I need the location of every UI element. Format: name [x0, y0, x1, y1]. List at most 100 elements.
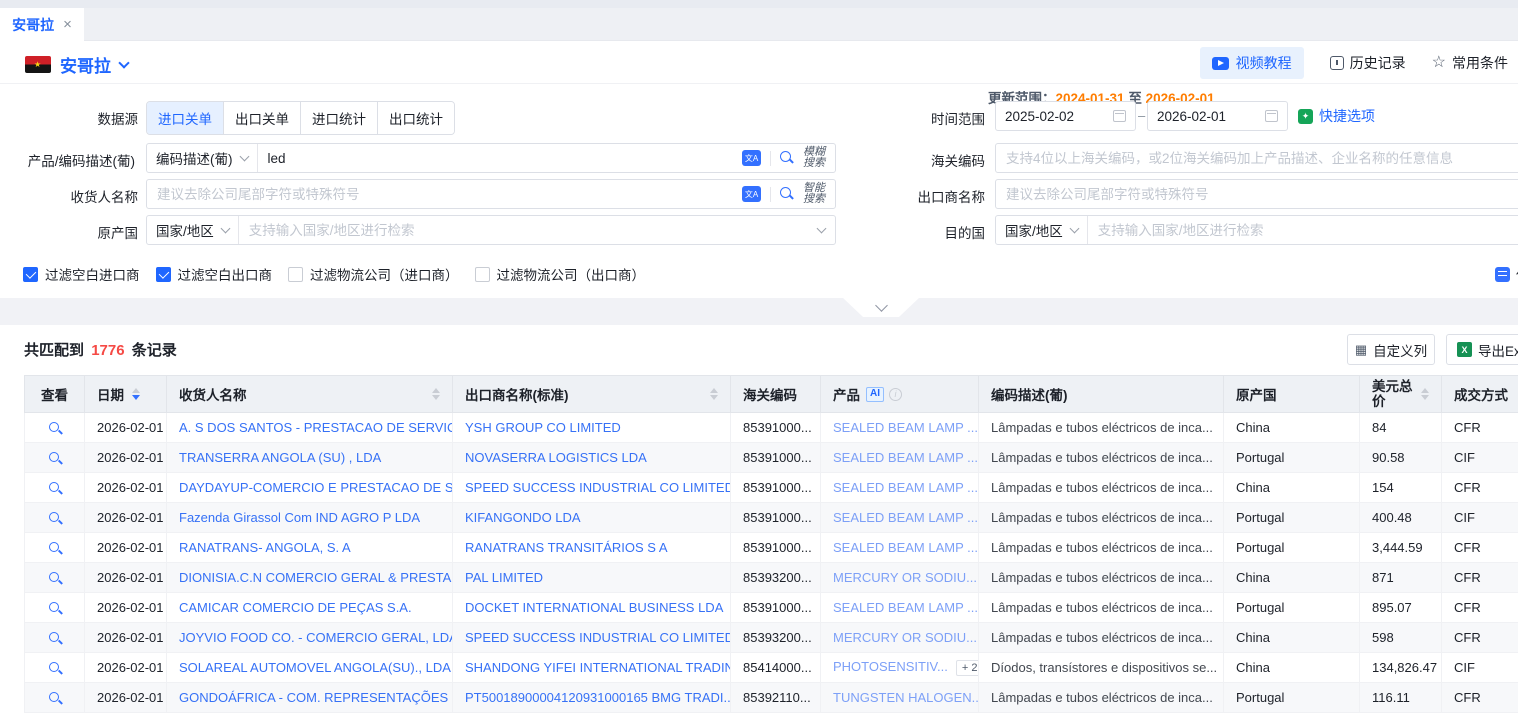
date-start-value: 2025-02-02: [1005, 109, 1074, 124]
product-field-select-value: 编码描述(葡): [156, 148, 233, 168]
view-magnifier-icon[interactable]: [48, 571, 62, 585]
col-exporter[interactable]: 出口商名称(标准): [453, 376, 731, 413]
tab-import-statistics[interactable]: 进口统计: [300, 102, 377, 134]
date-cell: 2026-02-01: [85, 413, 167, 443]
fuzzy-search-icon[interactable]: [780, 151, 794, 165]
view-magnifier-icon[interactable]: [48, 541, 62, 555]
save-condition-button[interactable]: 保: [1495, 265, 1518, 283]
col-product: 产品AIi: [821, 376, 979, 413]
destination-input[interactable]: [1088, 216, 1518, 244]
time-range-label: 时间范围: [847, 108, 985, 128]
more-products-badge[interactable]: + 2: [956, 660, 979, 676]
tab-label: 安哥拉: [12, 15, 54, 35]
hs-code-cell: 85414000...: [731, 653, 821, 683]
origin-country-input[interactable]: [239, 216, 808, 244]
translate-icon[interactable]: 文A: [742, 150, 761, 166]
consignee-input[interactable]: [147, 180, 732, 208]
view-magnifier-icon[interactable]: [48, 451, 62, 465]
date-cell: 2026-02-01: [85, 593, 167, 623]
date-start-input[interactable]: 2025-02-02: [995, 101, 1136, 131]
table-row: 2026-02-01A. S DOS SANTOS - PRESTACAO DE…: [25, 413, 1518, 443]
consignee-cell: TRANSERRA ANGOLA (SU) , LDA: [167, 443, 453, 473]
date-cell: 2026-02-01: [85, 623, 167, 653]
origin-country-label: 原产国: [0, 222, 138, 242]
country-name: 安哥拉: [60, 52, 111, 77]
destination-type-select[interactable]: 国家/地区: [996, 216, 1088, 244]
favorites-button[interactable]: ☆ 常用条件: [1432, 53, 1508, 73]
tab-import-declarations[interactable]: 进口关单: [147, 102, 223, 134]
origin-type-select[interactable]: 国家/地区: [147, 216, 239, 244]
country-selector[interactable]: 安哥拉: [25, 52, 128, 77]
export-excel-button[interactable]: X 导出Exc: [1446, 334, 1518, 365]
history-button[interactable]: 历史记录: [1330, 53, 1406, 73]
date-end-input[interactable]: 2026-02-01: [1147, 101, 1288, 131]
table-header-row: 查看 日期 收货人名称 出口商名称(标准) 海关编码 产品AIi 编码描述(葡)…: [25, 376, 1518, 413]
destination-group: 国家/地区: [995, 215, 1518, 245]
video-tutorial-button[interactable]: 视频教程: [1200, 47, 1304, 79]
hs-code-cell: 85391000...: [731, 413, 821, 443]
hs-code-group: [995, 143, 1518, 173]
data-source-label: 数据源: [0, 108, 138, 128]
checkbox-filter-blank-importer[interactable]: 过滤空白进口商: [23, 264, 140, 284]
smart-search-icon[interactable]: [780, 187, 794, 201]
view-magnifier-icon[interactable]: [48, 631, 62, 645]
hs-code-input[interactable]: [996, 144, 1518, 172]
tab-export-statistics[interactable]: 出口统计: [377, 102, 454, 134]
results-panel: 共匹配到 1776 条记录 ▦ 自定义列 X 导出Exc 查看 日期 收货人名称…: [0, 325, 1518, 717]
fuzzy-search-button[interactable]: 模糊搜索: [803, 147, 825, 170]
info-icon[interactable]: i: [889, 388, 902, 401]
table-row: 2026-02-01DAYDAYUP-COMERCIO E PRESTACAO …: [25, 473, 1518, 503]
quick-options-icon: ✦: [1298, 109, 1313, 124]
exporter-cell: NOVASERRA LOGISTICS LDA: [453, 443, 731, 473]
exporter-label: 出口商名称: [847, 186, 985, 206]
table-row: 2026-02-01TRANSERRA ANGOLA (SU) , LDANOV…: [25, 443, 1518, 473]
exporter-input[interactable]: [996, 180, 1518, 208]
product-search-input[interactable]: [258, 144, 733, 172]
tab-angola[interactable]: 安哥拉 ×: [0, 8, 84, 41]
play-icon: [1212, 57, 1229, 70]
customize-columns-button[interactable]: ▦ 自定义列: [1347, 334, 1435, 365]
view-magnifier-icon[interactable]: [48, 661, 62, 675]
results-table: 查看 日期 收货人名称 出口商名称(标准) 海关编码 产品AIi 编码描述(葡)…: [24, 375, 1518, 713]
origin-cell: China: [1224, 563, 1360, 593]
checkbox-filter-logistics-importer[interactable]: 过滤物流公司（进口商）: [288, 264, 459, 284]
col-usd-total[interactable]: 美元总价: [1360, 376, 1442, 413]
origin-country-group: 国家/地区: [146, 215, 836, 245]
hs-code-cell: 85391000...: [731, 533, 821, 563]
hs-code-label: 海关编码: [847, 150, 985, 170]
smart-search-button[interactable]: 智能搜索: [803, 183, 825, 206]
view-magnifier-icon[interactable]: [48, 511, 62, 525]
consignee-label: 收货人名称: [0, 186, 138, 206]
filter-checkbox-row: 过滤空白进口商 过滤空白出口商 过滤物流公司（进口商） 过滤物流公司（出口商）: [23, 264, 645, 284]
consignee-cell: JOYVIO FOOD CO. - COMERCIO GERAL, LDA: [167, 623, 453, 653]
tab-export-declarations[interactable]: 出口关单: [223, 102, 300, 134]
product-field-select[interactable]: 编码描述(葡): [147, 144, 258, 172]
product-search-group: 编码描述(葡) 文A 模糊搜索: [146, 143, 836, 173]
col-date[interactable]: 日期: [85, 376, 167, 413]
close-icon[interactable]: ×: [63, 17, 72, 32]
consignee-cell: SOLAREAL AUTOMOVEL ANGOLA(SU)., LDA: [167, 653, 453, 683]
calendar-icon: [1265, 110, 1278, 122]
date-cell: 2026-02-01: [85, 683, 167, 713]
origin-cell: Portugal: [1224, 443, 1360, 473]
view-magnifier-icon[interactable]: [48, 601, 62, 615]
quick-options-button[interactable]: ✦ 快捷选项: [1298, 106, 1375, 126]
destination-type-select-value: 国家/地区: [1005, 220, 1063, 240]
view-magnifier-icon[interactable]: [48, 421, 62, 435]
usd-total-cell: 84: [1360, 413, 1442, 443]
incoterm-cell: CIF: [1442, 503, 1518, 533]
col-consignee[interactable]: 收货人名称: [167, 376, 453, 413]
table-row: 2026-02-01DIONISIA.C.N COMERCIO GERAL & …: [25, 563, 1518, 593]
col-incoterm: 成交方式: [1442, 376, 1518, 413]
table-row: 2026-02-01CAMICAR COMERCIO DE PEÇAS S.A.…: [25, 593, 1518, 623]
view-magnifier-icon[interactable]: [48, 481, 62, 495]
exporter-group: [995, 179, 1518, 209]
translate-icon[interactable]: 文A: [742, 186, 761, 202]
checkbox-filter-blank-exporter[interactable]: 过滤空白出口商: [156, 264, 273, 284]
view-magnifier-icon[interactable]: [48, 691, 62, 705]
panel-gap: [0, 298, 1518, 325]
view-cell: [25, 533, 85, 563]
incoterm-cell: CFR: [1442, 563, 1518, 593]
checkbox-filter-logistics-exporter[interactable]: 过滤物流公司（出口商）: [475, 264, 646, 284]
usd-total-cell: 116.11: [1360, 683, 1442, 713]
